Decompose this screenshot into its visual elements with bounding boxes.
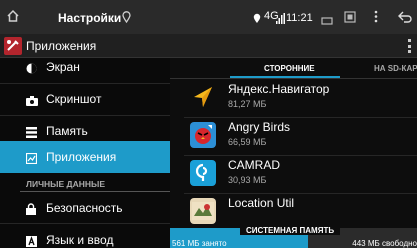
- language-icon: [26, 234, 37, 247]
- storage-icon: [26, 125, 37, 138]
- location-icon: [122, 10, 131, 28]
- app-row-location-util[interactable]: Location Util: [170, 194, 417, 230]
- signal-icon: [276, 11, 285, 29]
- app-row-angry-birds[interactable]: Angry Birds 66,59 МБ: [170, 118, 417, 154]
- location-util-icon: [190, 198, 216, 224]
- section-header: ЛИЧНЫЕ ДАННЫЕ: [26, 179, 105, 189]
- sidebar-item-label: Безопасность: [46, 201, 123, 215]
- more-icon[interactable]: [374, 10, 378, 28]
- app-name: Angry Birds: [228, 120, 291, 134]
- app-size: 30,93 МБ: [228, 175, 267, 185]
- camera-icon: [26, 93, 38, 106]
- yandex-navigator-icon: [190, 84, 216, 110]
- sidebar-item-label: Язык и ввод: [46, 233, 114, 247]
- location-active-icon: [253, 11, 261, 29]
- app-name: Яндекс.Навигатор: [228, 82, 330, 96]
- sidebar-item-security[interactable]: Безопасность: [0, 192, 170, 224]
- screenshot-icon[interactable]: [344, 10, 356, 28]
- sidebar-item-label: Приложения: [46, 150, 117, 164]
- sidebar-item-screen[interactable]: Экран: [0, 51, 170, 83]
- sidebar-item-label: Скриншот: [46, 92, 102, 106]
- tab-third-party[interactable]: СТОРОННИЕ: [264, 64, 315, 73]
- sidebar-item-label: Память: [46, 124, 88, 138]
- settings-sidebar: Экран Скриншот Память Приложения ЛИЧНЫЕ …: [0, 58, 170, 248]
- apps-pane: СТОРОННИЕ НА SD-КАР Яндекс.Навигатор 81,…: [170, 58, 417, 248]
- divider: [170, 78, 417, 79]
- clock: 11:21: [286, 12, 313, 24]
- status-app-title: Настройки: [58, 11, 122, 25]
- app-size: 81,27 МБ: [228, 99, 267, 109]
- system-storage-bar: СИСТЕМНАЯ ПАМЯТЬ 561 МБ занято 443 МБ св…: [170, 226, 417, 248]
- app-row-camrad[interactable]: CAMRAD 30,93 МБ: [170, 156, 417, 192]
- storage-title: СИСТЕМНАЯ ПАМЯТЬ: [240, 226, 341, 235]
- storage-used-text: 561 МБ занято: [172, 239, 227, 248]
- camrad-icon: [190, 160, 216, 186]
- lock-icon: [26, 202, 37, 215]
- storage-free-text: 443 МБ свободно: [352, 239, 417, 248]
- sidebar-item-screenshot[interactable]: Скриншот: [0, 83, 170, 115]
- status-bar: Настройки 4G 11:21: [0, 0, 417, 34]
- sidebar-item-label: Экран: [46, 60, 80, 74]
- tab-sd-card[interactable]: НА SD-КАР: [374, 64, 417, 73]
- app-size: 66,59 МБ: [228, 137, 267, 147]
- brightness-icon: [26, 61, 37, 74]
- app-name: CAMRAD: [228, 158, 281, 172]
- screen-icon[interactable]: [321, 13, 333, 31]
- apps-icon: [25, 151, 38, 165]
- overflow-menu-icon[interactable]: [408, 39, 411, 53]
- angry-birds-icon: [190, 122, 216, 148]
- tab-bar: СТОРОННИЕ НА SD-КАР: [170, 58, 417, 79]
- home-icon[interactable]: [6, 9, 20, 28]
- sidebar-item-language[interactable]: Язык и ввод: [0, 224, 170, 248]
- back-icon[interactable]: [398, 10, 412, 28]
- app-name: Location Util: [228, 196, 295, 210]
- sidebar-item-apps[interactable]: Приложения: [0, 141, 170, 173]
- app-row-yandex-navigator[interactable]: Яндекс.Навигатор 81,27 МБ: [170, 80, 417, 116]
